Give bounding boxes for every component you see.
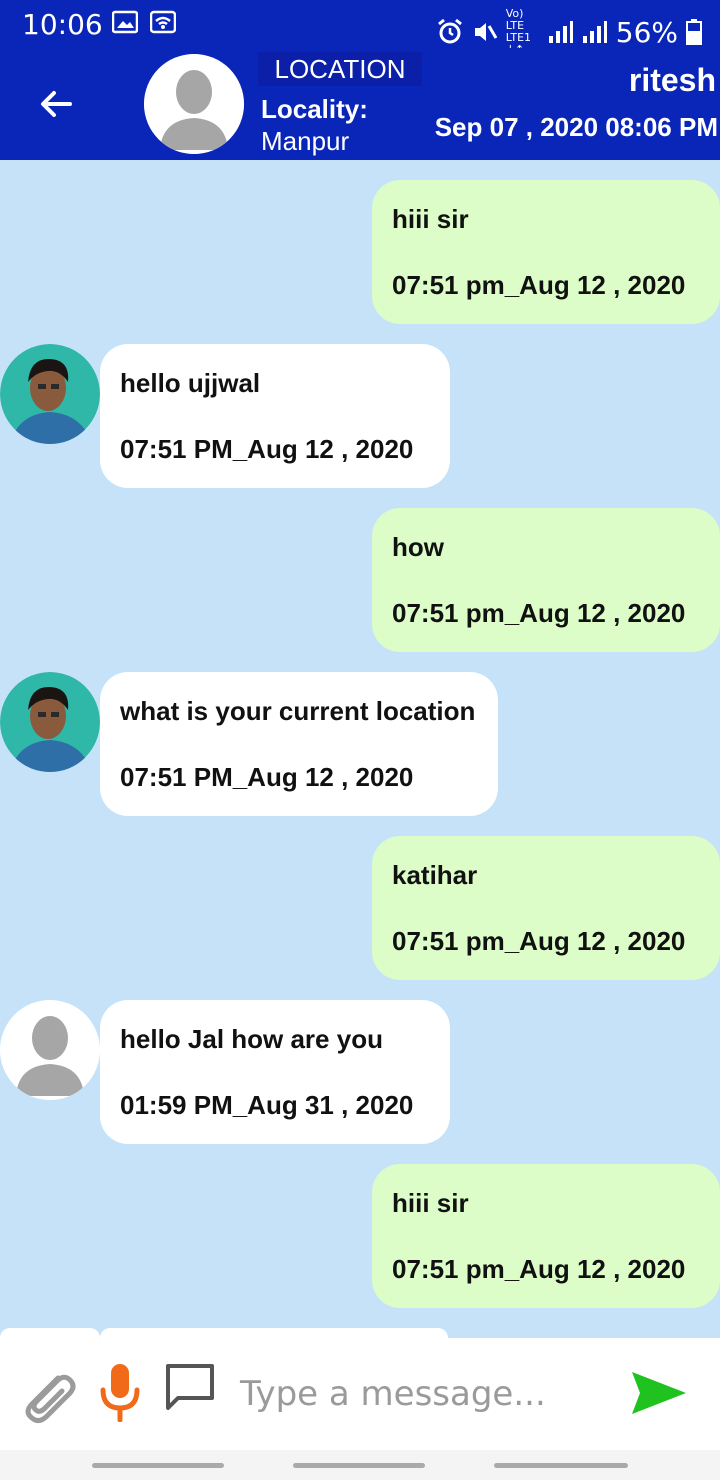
- message-time: 07:51 pm_Aug 12 , 2020: [392, 926, 686, 956]
- battery-icon: [686, 19, 702, 45]
- status-bar: 10:06 Vo) LTE LTE1 ↓↑ 56%: [0, 0, 720, 56]
- default-avatar-icon: [0, 1000, 100, 1100]
- send-icon[interactable]: [630, 1370, 688, 1416]
- paperclip-icon[interactable]: [18, 1364, 82, 1428]
- chat-header: LOCATION Locality: Manpur ritesh Sep 07 …: [0, 48, 720, 160]
- contact-avatar[interactable]: [144, 54, 244, 154]
- message-sent[interactable]: katihar 07:51 pm_Aug 12 , 2020: [372, 836, 720, 980]
- battery-percent: 56%: [615, 15, 678, 49]
- locality-value: Manpur: [261, 126, 350, 156]
- message-time: 07:51 pm_Aug 12 , 2020: [392, 598, 686, 628]
- message-time: 07:51 PM_Aug 12 , 2020: [120, 434, 414, 464]
- message-composer: Type a message...: [0, 1338, 720, 1450]
- chat-bubble-icon[interactable]: [164, 1362, 216, 1414]
- sender-avatar[interactable]: [0, 344, 100, 444]
- message-text: hello Jal how are you: [120, 1024, 383, 1054]
- gallery-icon: [112, 10, 138, 34]
- message-time: 01:59 PM_Aug 31 , 2020: [120, 1090, 414, 1120]
- message-text: how: [392, 532, 444, 562]
- system-nav-bar: [0, 1450, 720, 1480]
- locality-label: Locality:: [261, 94, 368, 124]
- message-text: hiii sir: [392, 1188, 469, 1218]
- message-text: hello ujjwal: [120, 368, 261, 398]
- wifi-icon: [150, 10, 176, 34]
- nav-recent[interactable]: [92, 1463, 224, 1468]
- sender-avatar[interactable]: [0, 672, 100, 772]
- mute-icon: [474, 23, 498, 41]
- message-time: 07:51 pm_Aug 12 , 2020: [392, 1254, 686, 1284]
- sender-avatar-partial: [0, 1328, 100, 1338]
- message-received-partial: [100, 1328, 448, 1338]
- sender-photo: [0, 672, 100, 772]
- signal-icon-2: [582, 21, 607, 43]
- message-sent[interactable]: how 07:51 pm_Aug 12 , 2020: [372, 508, 720, 652]
- nav-home[interactable]: [293, 1463, 425, 1468]
- default-avatar-icon: [144, 54, 244, 154]
- message-received[interactable]: what is your current location 07:51 PM_A…: [100, 672, 498, 816]
- contact-name: ritesh: [628, 62, 716, 98]
- status-time: 10:06: [22, 8, 103, 41]
- sender-avatar[interactable]: [0, 1000, 100, 1100]
- message-input[interactable]: Type a message...: [240, 1374, 546, 1414]
- mic-icon[interactable]: [96, 1362, 144, 1422]
- nav-back[interactable]: [494, 1463, 628, 1468]
- message-text: hiii sir: [392, 204, 469, 234]
- message-time: 07:51 PM_Aug 12 , 2020: [120, 762, 414, 792]
- sender-photo: [0, 344, 100, 444]
- message-received[interactable]: hello Jal how are you 01:59 PM_Aug 31 , …: [100, 1000, 450, 1144]
- signal-icon: [548, 21, 573, 43]
- message-sent[interactable]: hiii sir 07:51 pm_Aug 12 , 2020: [372, 180, 720, 324]
- header-date: Sep 07 , 2020 08:06 PM: [434, 112, 718, 142]
- message-sent[interactable]: hiii sir 07:51 pm_Aug 12 , 2020: [372, 1164, 720, 1308]
- message-time: 07:51 pm_Aug 12 , 2020: [392, 270, 686, 300]
- message-text: katihar: [392, 860, 478, 890]
- back-arrow-icon[interactable]: [36, 84, 76, 124]
- location-button[interactable]: LOCATION: [258, 52, 422, 86]
- message-text: what is your current location: [120, 696, 476, 726]
- alarm-icon: [437, 18, 462, 44]
- message-received[interactable]: hello ujjwal 07:51 PM_Aug 12 , 2020: [100, 344, 450, 488]
